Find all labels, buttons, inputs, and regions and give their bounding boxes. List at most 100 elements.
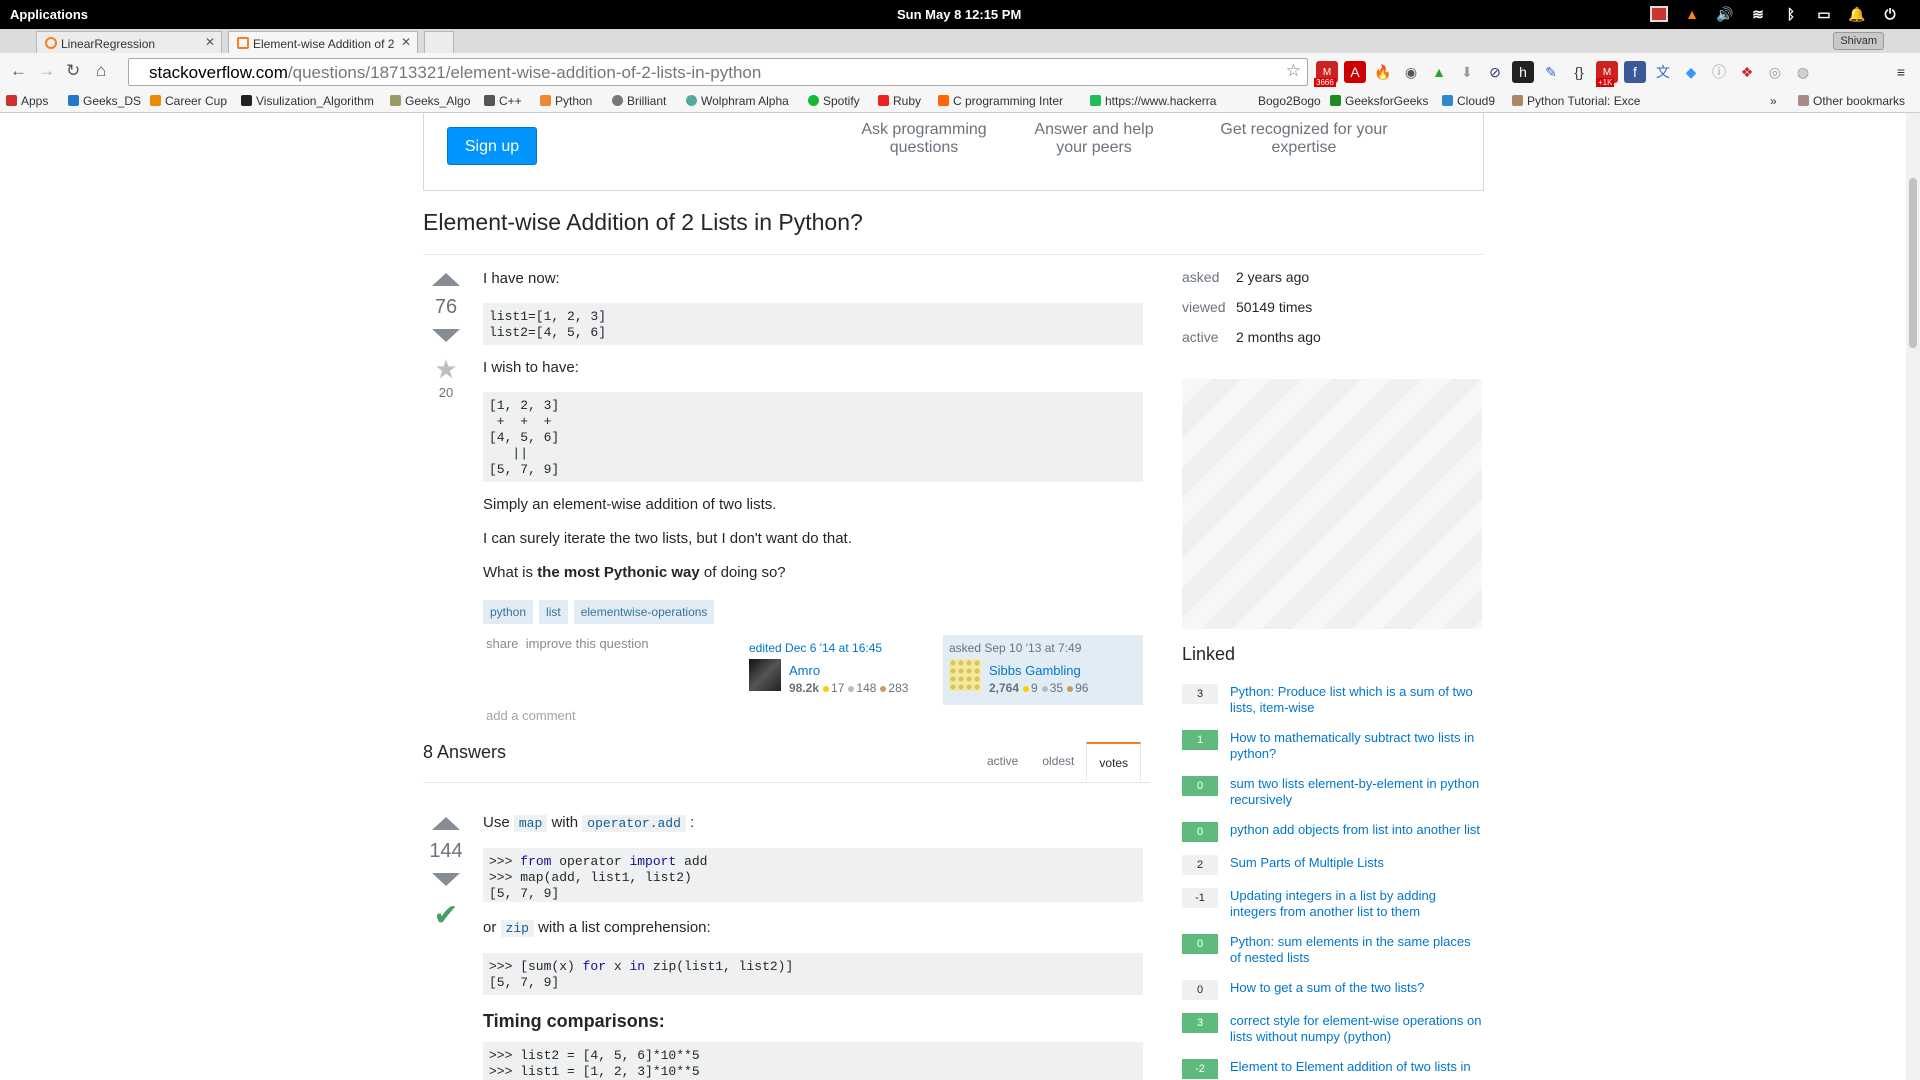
linked-link[interactable]: Updating integers in a list by adding in… (1230, 888, 1482, 920)
bookmark[interactable]: Geeks_DS (68, 94, 141, 108)
bookmark[interactable]: Wolphram Alpha (686, 94, 789, 108)
bookmark[interactable]: Brilliant (612, 94, 666, 108)
linked-link[interactable]: Python: Produce list which is a sum of t… (1230, 684, 1482, 716)
ext-grey-icon[interactable]: ◎ (1764, 61, 1786, 83)
linked-link[interactable]: How to get a sum of the two lists? (1230, 980, 1482, 996)
ad-placeholder[interactable] (1182, 379, 1482, 629)
improve-link[interactable]: improve this question (526, 636, 649, 651)
bookmark[interactable]: C programming Inter (938, 94, 1074, 108)
asker-name[interactable]: Sibbs Gambling (989, 663, 1081, 678)
linked-link[interactable]: Element to Element addition of two lists… (1230, 1059, 1482, 1075)
bookmark[interactable]: Geeks_Algo (390, 94, 470, 108)
page-content: Sign up Ask programming questions Answer… (0, 113, 1920, 1080)
recorder-icon[interactable] (1649, 4, 1669, 24)
bookmark[interactable]: Apps (6, 94, 48, 108)
loading-icon (45, 37, 57, 49)
bookmark[interactable]: GeeksforGeeks (1330, 94, 1428, 108)
code-ext-icon[interactable]: {} (1568, 61, 1590, 83)
bookmark[interactable]: Cloud9 (1442, 94, 1495, 108)
bookmark[interactable]: Bogo2Bogo (1258, 94, 1321, 108)
volume-icon[interactable]: 🔊 (1715, 4, 1735, 24)
linked-link[interactable]: sum two lists element-by-element in pyth… (1230, 776, 1482, 808)
tab-votes[interactable]: votes (1086, 742, 1142, 780)
add-comment-link[interactable]: add a comment (486, 708, 576, 723)
bookmark[interactable]: Career Cup (150, 94, 227, 108)
linked-link[interactable]: correct style for element-wise operation… (1230, 1013, 1482, 1045)
upvote-icon[interactable] (432, 273, 460, 286)
tab-element-wise[interactable]: Element-wise Addition of 2 ✕ (228, 31, 418, 53)
other-bookmarks-label: Other bookmarks (1813, 94, 1906, 108)
editor-name[interactable]: Amro (789, 663, 820, 678)
tag-list[interactable]: list (539, 600, 568, 624)
fire-ext-icon[interactable]: 🔥 (1372, 61, 1394, 83)
applications-menu[interactable]: Applications (10, 7, 88, 22)
tab-oldest[interactable]: oldest (1030, 742, 1086, 780)
bookmark-label: Cloud9 (1457, 94, 1496, 108)
acrobat-ext-icon[interactable]: A (1344, 61, 1366, 83)
ext-round-icon[interactable]: ◍ (1792, 61, 1814, 83)
new-tab-button[interactable] (424, 31, 454, 53)
forward-icon[interactable]: → (38, 61, 55, 81)
bluetooth-icon[interactable]: ᛒ (1781, 4, 1801, 24)
share-link[interactable]: share (486, 636, 519, 651)
code-keyword: import (629, 854, 677, 869)
back-icon[interactable]: ← (10, 61, 27, 81)
bookmark[interactable]: Python Tutorial: Exce (1512, 94, 1652, 108)
scrollbar-thumb[interactable] (1909, 178, 1917, 348)
bookmark[interactable]: Visulization_Algorithm (241, 94, 377, 108)
linked-link[interactable]: How to mathematically subtract two lists… (1230, 730, 1482, 762)
translate-ext-icon[interactable]: 文 (1652, 61, 1674, 83)
block-ext-icon[interactable]: ⊘ (1484, 61, 1506, 83)
wifi-icon[interactable]: ≋ (1748, 4, 1768, 24)
bookmark[interactable]: https://www.hackerra (1090, 94, 1226, 108)
upvote-icon[interactable] (432, 817, 460, 830)
tab-active[interactable]: active (975, 742, 1030, 780)
bookmark[interactable]: Ruby (878, 94, 921, 108)
tag-python[interactable]: python (483, 600, 534, 624)
menu-icon[interactable]: ≡ (1890, 61, 1912, 83)
info-ext-icon[interactable]: ⓘ (1708, 61, 1730, 83)
question-title[interactable]: Element-wise Addition of 2 Lists in Pyth… (423, 209, 863, 236)
notification-icon[interactable]: 🔔 (1847, 4, 1867, 24)
address-bar[interactable]: stackoverflow.com/questions/18713321/ele… (128, 58, 1308, 86)
h-ext-icon[interactable]: h (1512, 61, 1534, 83)
editor-avatar[interactable] (749, 659, 781, 691)
vlc-icon[interactable]: ▲ (1682, 4, 1702, 24)
download-ext-icon[interactable]: ⬇ (1456, 61, 1478, 83)
tab-linearregression[interactable]: LinearRegression ✕ (36, 31, 222, 53)
drive-ext-icon[interactable]: ▲ (1428, 61, 1450, 83)
downvote-icon[interactable] (432, 873, 460, 886)
linked-link[interactable]: Python: sum elements in the same places … (1230, 934, 1482, 966)
editor-rep: 98.2k 17 148 283 (789, 681, 908, 695)
clock[interactable]: Sun May 8 12:15 PM (897, 7, 1021, 22)
bookmark-star-icon[interactable]: ☆ (1286, 61, 1301, 81)
close-tab-icon[interactable]: ✕ (401, 35, 411, 49)
tag-elementwise-operations[interactable]: elementwise-operations (573, 600, 715, 624)
more-bookmarks-icon[interactable]: » (1770, 94, 1777, 108)
bookmark[interactable]: C++ (484, 94, 522, 108)
downvote-icon[interactable] (432, 329, 460, 342)
globe-ext-icon[interactable]: ◉ (1400, 61, 1422, 83)
other-bookmarks[interactable]: Other bookmarks (1798, 94, 1905, 108)
ext-red-icon[interactable]: ❖ (1736, 61, 1758, 83)
edited-time[interactable]: edited Dec 6 '14 at 16:45 (749, 641, 927, 655)
favorite-star-icon[interactable]: ★ (421, 354, 471, 385)
asker-avatar[interactable] (949, 659, 981, 691)
text: of doing so? (699, 564, 786, 581)
linked-link[interactable]: Sum Parts of Multiple Lists (1230, 855, 1482, 871)
tab-bar: LinearRegression ✕ Element-wise Addition… (0, 29, 1920, 53)
home-icon[interactable]: ⌂ (96, 61, 106, 81)
profile-button[interactable]: Shivam (1833, 32, 1884, 50)
tool-ext-icon[interactable]: ✎ (1540, 61, 1562, 83)
battery-icon[interactable]: ▭ (1814, 4, 1834, 24)
linked-link[interactable]: python add objects from list into anothe… (1230, 822, 1482, 838)
dropbox-ext-icon[interactable]: ◆ (1680, 61, 1702, 83)
bookmark[interactable]: Spotify (808, 94, 860, 108)
bookmark[interactable]: Python (540, 94, 592, 108)
facebook-ext-icon[interactable]: f (1624, 61, 1646, 83)
page-scrollbar[interactable] (1906, 113, 1920, 1080)
close-tab-icon[interactable]: ✕ (205, 35, 215, 49)
power-icon[interactable]: ⏻ (1880, 4, 1900, 24)
signup-button[interactable]: Sign up (447, 127, 537, 165)
reload-icon[interactable]: ↻ (66, 61, 80, 81)
